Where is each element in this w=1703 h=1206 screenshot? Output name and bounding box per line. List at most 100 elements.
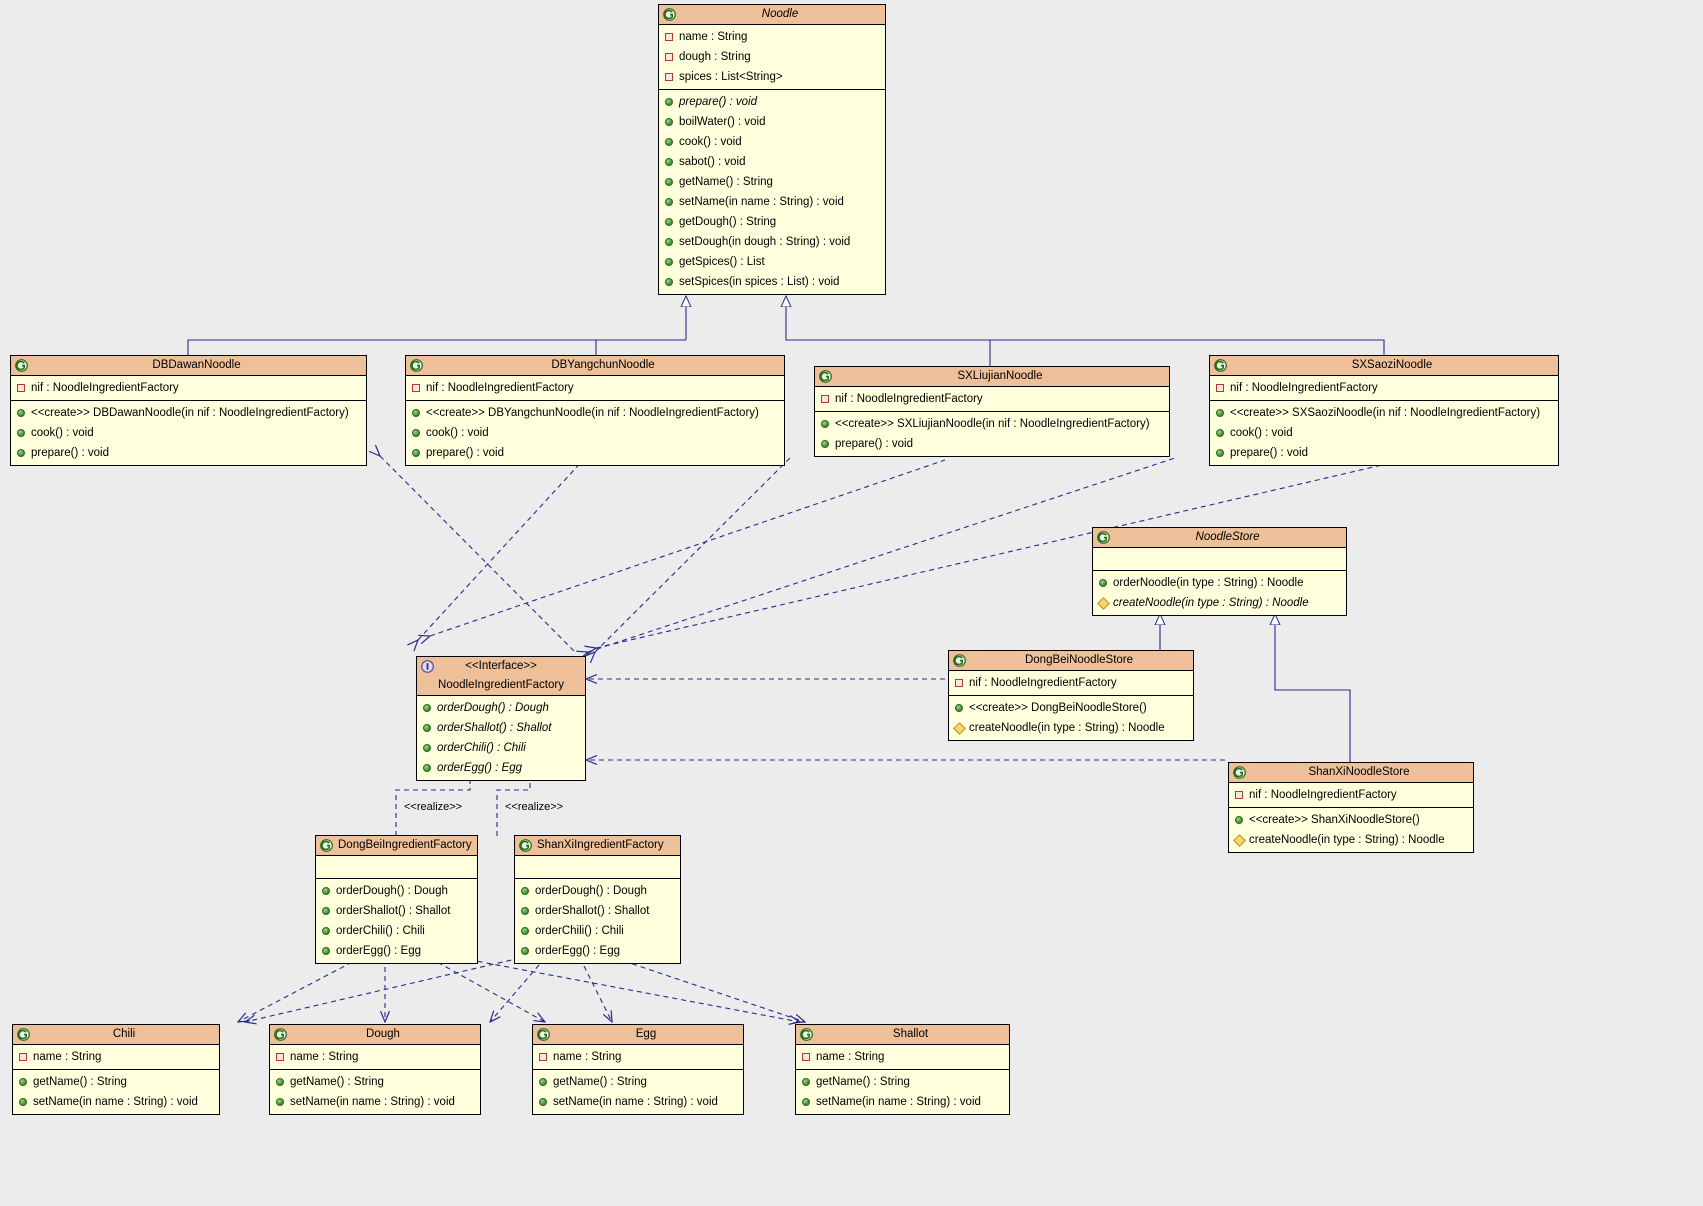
- class-box-dbdawannoodle[interactable]: DBDawanNoodle nif : NoodleIngredientFact…: [10, 355, 367, 466]
- protected-visibility-icon: [1232, 833, 1246, 847]
- class-box-sxliujiannoodle[interactable]: SXLiujianNoodle nif : NoodleIngredientFa…: [814, 366, 1170, 457]
- public-visibility-icon: [665, 218, 673, 226]
- operation-row: setSpices(in spices : List) : void: [659, 272, 885, 292]
- class-icon: [15, 359, 28, 372]
- public-visibility-icon: [423, 704, 431, 712]
- class-icon: [1097, 531, 1110, 544]
- class-title-shanxinoodlestore: ShanXiNoodleStore: [1308, 766, 1410, 778]
- class-box-dongbeiingredientfactory[interactable]: DongBeiIngredientFactory orderDough() : …: [315, 835, 478, 964]
- operations-section-sxliujiannoodle: <<create>> SXLiujianNoodle(in nif : Nood…: [815, 412, 1169, 456]
- attributes-section-shanxiingredientfactory: [515, 856, 680, 879]
- operations-section-noodleingredientfactory: orderDough() : Dough orderShallot() : Sh…: [417, 696, 585, 780]
- class-box-shanxinoodlestore[interactable]: ShanXiNoodleStore nif : NoodleIngredient…: [1228, 762, 1474, 853]
- operation-row: getName() : String: [533, 1072, 743, 1092]
- public-visibility-icon: [19, 1078, 27, 1086]
- public-visibility-icon: [423, 764, 431, 772]
- class-header-shallot: Shallot: [796, 1025, 1009, 1045]
- operation-row: <<create>> DBYangchunNoodle(in nif : Noo…: [406, 403, 784, 423]
- attributes-section-sxsaozinoodle: nif : NoodleIngredientFactory: [1210, 376, 1558, 401]
- class-header-chili: Chili: [13, 1025, 219, 1045]
- public-visibility-icon: [322, 947, 330, 955]
- public-visibility-icon: [423, 744, 431, 752]
- private-visibility-icon: [1235, 791, 1243, 799]
- private-visibility-icon: [821, 395, 829, 403]
- attribute-row: nif : NoodleIngredientFactory: [11, 378, 366, 398]
- operation-row: cook() : void: [11, 423, 366, 443]
- operation-row: getDough() : String: [659, 212, 885, 232]
- private-visibility-icon: [1216, 384, 1224, 392]
- operation-row: orderShallot() : Shallot: [515, 901, 680, 921]
- public-visibility-icon: [423, 724, 431, 732]
- operation-row: orderNoodle(in type : String) : Noodle: [1093, 573, 1346, 593]
- class-stereotype-noodleingredientfactory: <<Interface>>: [465, 660, 537, 672]
- class-box-noodlestore[interactable]: NoodleStore orderNoodle(in type : String…: [1092, 527, 1347, 616]
- class-header-noodlestore: NoodleStore: [1093, 528, 1346, 548]
- class-box-noodle[interactable]: Noodle name : String dough : String spic…: [658, 4, 886, 295]
- public-visibility-icon: [521, 947, 529, 955]
- class-icon: [800, 1028, 813, 1041]
- class-title-sxsaozinoodle: SXSaoziNoodle: [1351, 359, 1433, 371]
- public-visibility-icon: [412, 409, 420, 417]
- class-box-noodleingredientfactory[interactable]: <<Interface>> NoodleIngredientFactory or…: [416, 656, 586, 781]
- operations-section-egg: getName() : String setName(in name : Str…: [533, 1070, 743, 1114]
- public-visibility-icon: [19, 1098, 27, 1106]
- private-visibility-icon: [19, 1053, 27, 1061]
- class-title-chili: Chili: [112, 1028, 136, 1040]
- class-box-sxsaozinoodle[interactable]: SXSaoziNoodle nif : NoodleIngredientFact…: [1209, 355, 1559, 466]
- class-box-dbyangchunnoodle[interactable]: DBYangchunNoodle nif : NoodleIngredientF…: [405, 355, 785, 466]
- class-title-sxliujiannoodle: SXLiujianNoodle: [957, 370, 1043, 382]
- private-visibility-icon: [665, 53, 673, 61]
- attributes-section-chili: name : String: [13, 1045, 219, 1070]
- class-box-chili[interactable]: Chili name : String getName() : String s…: [12, 1024, 220, 1115]
- class-icon: [819, 370, 832, 383]
- attribute-row: nif : NoodleIngredientFactory: [406, 378, 784, 398]
- class-icon: [1233, 766, 1246, 779]
- class-header-sxliujiannoodle: SXLiujianNoodle: [815, 367, 1169, 387]
- operation-row: <<create>> SXSaoziNoodle(in nif : Noodle…: [1210, 403, 1558, 423]
- operation-row: setName(in name : String) : void: [533, 1092, 743, 1112]
- operation-row: <<create>> DongBeiNoodleStore(): [949, 698, 1193, 718]
- public-visibility-icon: [1216, 449, 1224, 457]
- public-visibility-icon: [412, 449, 420, 457]
- operation-row: createNoodle(in type : String) : Noodle: [1093, 593, 1346, 613]
- operations-section-shanxinoodlestore: <<create>> ShanXiNoodleStore() createNoo…: [1229, 808, 1473, 852]
- attribute-row: nif : NoodleIngredientFactory: [815, 389, 1169, 409]
- operation-row: setName(in name : String) : void: [270, 1092, 480, 1112]
- class-title-dongbeiingredientfactory: DongBeiIngredientFactory: [338, 839, 472, 851]
- public-visibility-icon: [665, 118, 673, 126]
- public-visibility-icon: [276, 1098, 284, 1106]
- attribute-row: nif : NoodleIngredientFactory: [949, 673, 1193, 693]
- interface-icon: [421, 660, 434, 673]
- operations-section-dough: getName() : String setName(in name : Str…: [270, 1070, 480, 1114]
- attribute-row: dough : String: [659, 47, 885, 67]
- private-visibility-icon: [802, 1053, 810, 1061]
- attributes-section-dongbeinoodlestore: nif : NoodleIngredientFactory: [949, 671, 1193, 696]
- uml-diagram-canvas: Noodle name : String dough : String spic…: [0, 0, 1703, 1206]
- public-visibility-icon: [17, 409, 25, 417]
- public-visibility-icon: [412, 429, 420, 437]
- class-icon: [519, 839, 532, 852]
- class-icon: [410, 359, 423, 372]
- attribute-row: name : String: [270, 1047, 480, 1067]
- operation-row: setName(in name : String) : void: [13, 1092, 219, 1112]
- attributes-section-noodle: name : String dough : String spices : Li…: [659, 25, 885, 90]
- protected-visibility-icon: [952, 721, 966, 735]
- attributes-section-shanxinoodlestore: nif : NoodleIngredientFactory: [1229, 783, 1473, 808]
- class-box-shanxiingredientfactory[interactable]: ShanXiIngredientFactory orderDough() : D…: [514, 835, 681, 964]
- operation-row: prepare() : void: [11, 443, 366, 463]
- class-header-dbdawannoodle: DBDawanNoodle: [11, 356, 366, 376]
- class-box-dough[interactable]: Dough name : String getName() : String s…: [269, 1024, 481, 1115]
- operation-row: boilWater() : void: [659, 112, 885, 132]
- operation-row: setDough(in dough : String) : void: [659, 232, 885, 252]
- public-visibility-icon: [1216, 429, 1224, 437]
- class-box-egg[interactable]: Egg name : String getName() : String set…: [532, 1024, 744, 1115]
- class-box-dongbeinoodlestore[interactable]: DongBeiNoodleStore nif : NoodleIngredien…: [948, 650, 1194, 741]
- attributes-section-dbdawannoodle: nif : NoodleIngredientFactory: [11, 376, 366, 401]
- class-title-dbyangchunnoodle: DBYangchunNoodle: [551, 359, 655, 371]
- public-visibility-icon: [1099, 579, 1107, 587]
- class-box-shallot[interactable]: Shallot name : String getName() : String…: [795, 1024, 1010, 1115]
- class-title-shallot: Shallot: [892, 1028, 929, 1040]
- public-visibility-icon: [665, 278, 673, 286]
- operations-section-dbdawannoodle: <<create>> DBDawanNoodle(in nif : Noodle…: [11, 401, 366, 465]
- attribute-row: nif : NoodleIngredientFactory: [1210, 378, 1558, 398]
